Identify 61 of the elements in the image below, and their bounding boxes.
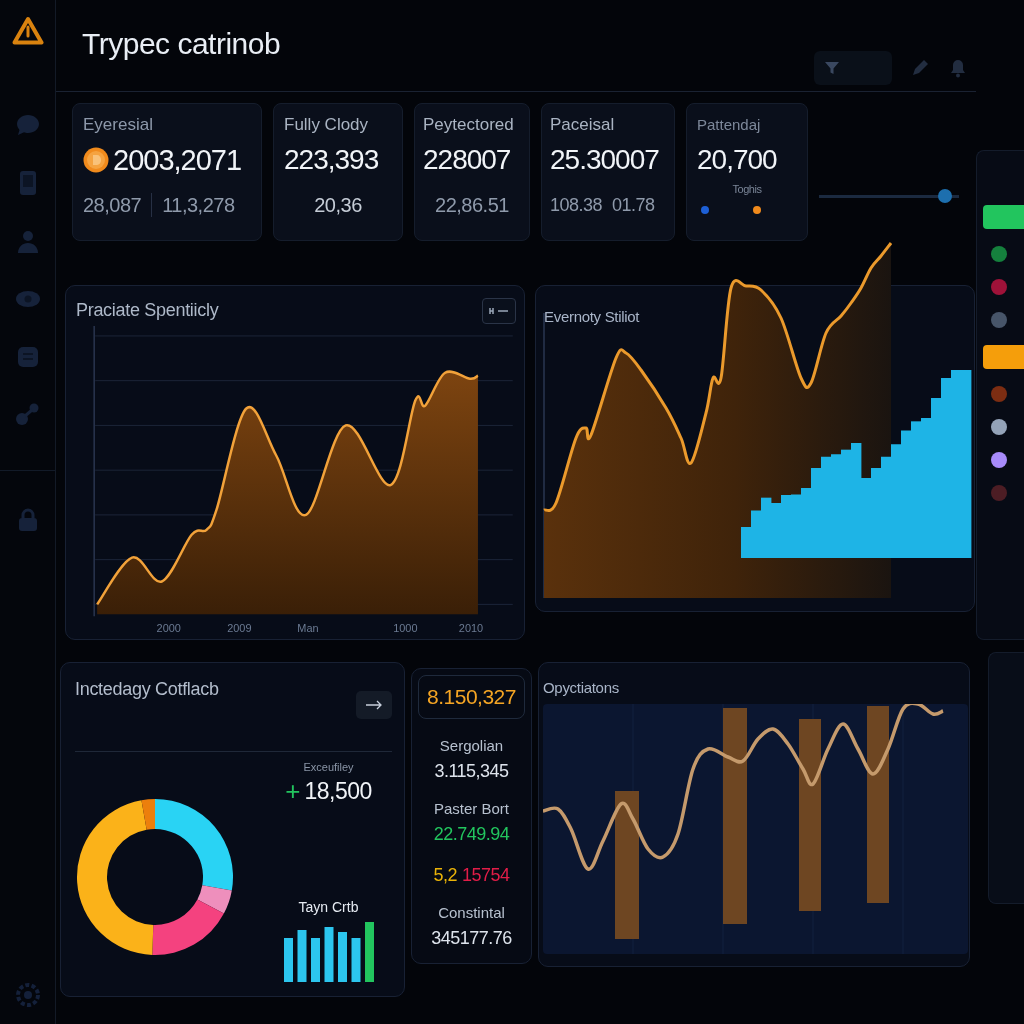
metric-value: 15754 (462, 864, 510, 886)
mini-bar (297, 930, 306, 982)
share-icon[interactable] (14, 402, 41, 428)
warning-icon[interactable] (11, 16, 44, 46)
chat-icon[interactable] (14, 112, 41, 138)
axis-label: 2000 (156, 622, 181, 635)
page-title: Trypec catrinob (82, 26, 281, 62)
metric-value: 5,2 (433, 864, 457, 886)
toggle-icon (489, 306, 509, 315)
mini-bar (283, 938, 293, 982)
metric-value: 345177.76 (431, 927, 512, 949)
metric-label: Constintal (438, 904, 505, 922)
axis-label: 1000 (393, 622, 418, 635)
filter-button[interactable] (814, 51, 892, 85)
mini-bar (337, 932, 347, 982)
pen-icon[interactable] (910, 58, 930, 78)
stat-value: 2003,2071 (113, 143, 242, 178)
arrow-right-icon (365, 700, 383, 710)
stat-subvalue: 01.78 (612, 194, 655, 217)
bell-icon[interactable] (948, 58, 968, 78)
stat-label: Fully Clody (284, 114, 370, 136)
metric-label: Paster Bort (434, 800, 509, 818)
stat-value: 25.30007 (550, 143, 659, 177)
stat-label: Paceisal (550, 114, 616, 136)
bars-label: Tayn Crtb (298, 898, 359, 916)
stat-subvalue: 20,36 (314, 193, 362, 218)
axis-label: 2009 (227, 622, 252, 635)
slider-thumb[interactable] (938, 189, 952, 203)
stat-subvalue: 28,087 (83, 193, 142, 218)
settings-icon[interactable] (14, 982, 41, 1008)
stat-label: Pattendaj (697, 115, 762, 135)
stat-subvalue: Toghis (732, 182, 762, 196)
chart-title: Evernoty Stiliot (544, 308, 641, 325)
stat-label: Peytectored (423, 114, 515, 136)
coin-icon (83, 147, 109, 173)
chart-title: Opyctiatons (543, 679, 620, 696)
stat-value: 223,393 (284, 143, 379, 177)
stat-label: Eyeresial (83, 114, 154, 136)
stat-subvalue: 11,3,278 (162, 193, 235, 218)
metric-label: Sergolian (439, 737, 504, 755)
stat-subvalue: 22,86.51 (435, 193, 509, 218)
highlight-value: 8.150,327 (427, 685, 516, 708)
axis-label: Man (297, 622, 319, 635)
mini-bar (310, 938, 320, 982)
arrow-button[interactable] (356, 691, 392, 719)
axis-label: 2010 (458, 622, 484, 635)
chart-toggle-button[interactable] (482, 297, 516, 324)
stat-value: 20,700 (697, 143, 777, 177)
filter-icon (824, 60, 840, 76)
metric-value: 3.115,345 (434, 760, 509, 782)
mini-bar (364, 922, 374, 982)
mini-bar (351, 938, 360, 982)
change-value: 18,500 (304, 777, 372, 806)
change-sign: + (285, 776, 301, 806)
panel-title: Inctedagy Cotflacb (75, 679, 219, 700)
stat-subvalue: 108.38 (550, 194, 603, 217)
mini-bar (324, 927, 333, 982)
stat-value: 228007 (423, 143, 511, 177)
metric-value: 22.749.94 (433, 823, 510, 845)
change-label: Exceufiley (303, 760, 354, 774)
chart-title: Praciate Spentiicly (76, 300, 219, 322)
